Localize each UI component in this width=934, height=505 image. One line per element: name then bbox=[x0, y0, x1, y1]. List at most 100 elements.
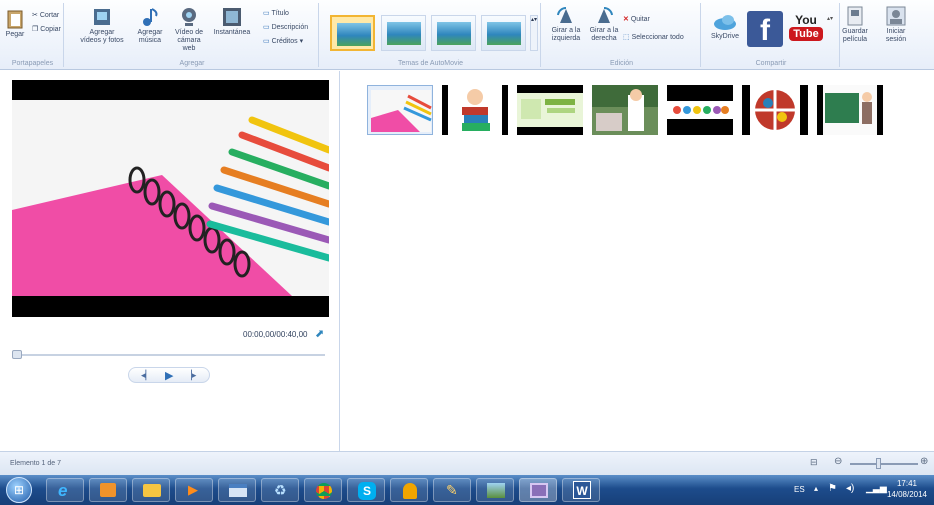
film-photo-icon bbox=[94, 9, 110, 25]
app-icon bbox=[100, 483, 116, 497]
share-scroll[interactable]: ▴▾ bbox=[826, 15, 834, 51]
skype-taskbar-button[interactable]: S bbox=[347, 478, 385, 502]
copy-label: Copiar bbox=[40, 26, 61, 33]
expand-preview-icon[interactable]: ⬈ bbox=[315, 327, 324, 340]
explorer-taskbar-button[interactable] bbox=[132, 478, 170, 502]
themes-group-label: Temas de AutoMovie bbox=[398, 60, 463, 67]
edit-group-label: Edición bbox=[610, 60, 633, 67]
app3-taskbar-button[interactable]: ♻ bbox=[261, 478, 299, 502]
status-bar: Elemento 1 de 7 ⊟ ⊖ ⊕ bbox=[0, 451, 934, 475]
app2-taskbar-button[interactable] bbox=[218, 478, 256, 502]
clip-flags-globe-image bbox=[742, 85, 808, 135]
taskbar: ⊞ e ▶ ♻ S ✎ W ES ▴ ⚑ ◂) ▁▃▅ 17:41 14/08/… bbox=[0, 475, 934, 505]
zoom-thumb[interactable] bbox=[876, 458, 881, 469]
folder-icon bbox=[143, 484, 161, 497]
caption-button[interactable]: ▭ Descripción bbox=[263, 23, 308, 31]
clock-time: 17:41 bbox=[896, 479, 918, 488]
clip-thumbnail[interactable] bbox=[367, 85, 433, 135]
rotate-right-button[interactable]: Girar a la derecha bbox=[585, 7, 623, 43]
video-preview[interactable] bbox=[12, 80, 329, 317]
theme-2-preview bbox=[387, 22, 421, 45]
theme-1[interactable] bbox=[330, 15, 375, 51]
user-signin-icon bbox=[886, 6, 906, 26]
add-music-button[interactable]: Agregar música bbox=[132, 7, 168, 45]
clip-thumbnail[interactable] bbox=[667, 85, 733, 135]
status-text: Elemento 1 de 7 bbox=[10, 460, 61, 467]
app4-taskbar-button[interactable] bbox=[390, 478, 428, 502]
snapshot-button[interactable]: Instantánea bbox=[212, 7, 252, 37]
windows-logo-icon: ⊞ bbox=[14, 483, 25, 497]
signin-button[interactable]: Iniciar sesión bbox=[877, 6, 915, 44]
add-group-label: Agregar bbox=[179, 60, 205, 67]
youtube-button[interactable]: You Tube bbox=[789, 11, 823, 47]
rotate-left-button[interactable]: Girar a la izquierda bbox=[547, 7, 585, 43]
start-button[interactable]: ⊞ bbox=[6, 477, 32, 503]
theme-2[interactable] bbox=[381, 15, 426, 51]
add-videos-photos-button[interactable]: Agregar vídeos y fotos bbox=[80, 7, 124, 45]
skydrive-button[interactable]: SkyDrive bbox=[705, 13, 745, 41]
title-button[interactable]: ▭ Título bbox=[263, 9, 289, 17]
zoom-slider[interactable] bbox=[850, 463, 918, 465]
previous-frame-icon[interactable]: ◂▏ bbox=[141, 370, 152, 381]
recycle-icon: ♻ bbox=[274, 482, 287, 498]
clip-thumbnail[interactable] bbox=[742, 85, 808, 135]
media-player-taskbar-button[interactable]: ▶ bbox=[175, 478, 213, 502]
remove-button[interactable]: ✕ Quitar bbox=[623, 15, 650, 23]
ie-taskbar-button[interactable]: e bbox=[46, 478, 84, 502]
seek-bar[interactable] bbox=[12, 354, 325, 356]
themes-group: ▴▾ Temas de AutoMovie bbox=[321, 3, 541, 67]
theme-1-preview bbox=[337, 23, 371, 46]
volume-icon[interactable]: ◂) bbox=[846, 483, 854, 494]
aspect-ratio-icon[interactable]: ⊟ bbox=[810, 457, 818, 468]
tray-arrow-icon[interactable]: ▴ bbox=[814, 484, 818, 493]
clip-thumbnail[interactable] bbox=[442, 85, 508, 135]
paste-button[interactable]: Pegar bbox=[4, 9, 26, 39]
network-icon[interactable]: ⚑ bbox=[828, 483, 837, 494]
clip-books-image bbox=[442, 85, 508, 135]
add-music-label: Agregar música bbox=[137, 29, 163, 44]
clip-teacher-class-image bbox=[592, 85, 658, 135]
copy-button[interactable]: ❐ Copiar bbox=[32, 25, 61, 33]
internet-explorer-icon: e bbox=[58, 481, 68, 500]
preview-image bbox=[12, 80, 329, 317]
word-taskbar-button[interactable]: W bbox=[562, 478, 600, 502]
clipboard-group: Pegar ✂ Cortar ❐ Copiar Portapapeles bbox=[2, 3, 64, 67]
facebook-button[interactable]: f bbox=[747, 11, 783, 47]
app-taskbar-button[interactable] bbox=[89, 478, 127, 502]
caption-label: Descripción bbox=[271, 24, 309, 31]
skype-icon: S bbox=[358, 482, 376, 500]
paste-icon bbox=[7, 10, 23, 29]
theme-4[interactable] bbox=[481, 15, 526, 51]
save-movie-label: Guardar película bbox=[842, 28, 868, 43]
movie-maker-taskbar-button[interactable] bbox=[519, 478, 557, 502]
app5-taskbar-button[interactable]: ✎ bbox=[433, 478, 471, 502]
next-frame-icon[interactable]: ▕▸ bbox=[185, 370, 196, 381]
zoom-in-icon[interactable]: ⊕ bbox=[920, 456, 928, 467]
app6-taskbar-button[interactable] bbox=[476, 478, 514, 502]
seek-thumb[interactable] bbox=[12, 350, 22, 359]
remove-x-icon: ✕ bbox=[623, 16, 631, 23]
credits-button[interactable]: ▭ Créditos ▾ bbox=[263, 37, 303, 45]
share-group-label: Compartir bbox=[755, 60, 787, 67]
preview-pane: 00:00,00/00:40,00 ⬈ ◂▏ ▶ ▕▸ bbox=[0, 71, 340, 451]
clip-thumbnail[interactable] bbox=[817, 85, 883, 135]
title-label: Título bbox=[271, 10, 289, 17]
select-all-button[interactable]: ⬚ Seleccionar todo bbox=[623, 33, 684, 41]
paint-icon: ✎ bbox=[446, 482, 458, 498]
language-indicator[interactable]: ES bbox=[794, 485, 805, 494]
theme-3[interactable] bbox=[431, 15, 476, 51]
cut-button[interactable]: ✂ Cortar bbox=[32, 11, 59, 19]
themes-scroll[interactable]: ▴▾ bbox=[530, 15, 538, 51]
clip-thumbnail[interactable] bbox=[517, 85, 583, 135]
clip-thumbnail[interactable] bbox=[592, 85, 658, 135]
clipboard-group-label: Portapapeles bbox=[11, 60, 54, 67]
zoom-out-icon[interactable]: ⊖ bbox=[834, 456, 842, 467]
snapshot-icon bbox=[223, 8, 241, 26]
theme-3-preview bbox=[437, 22, 471, 45]
chrome-taskbar-button[interactable] bbox=[304, 478, 342, 502]
save-movie-button[interactable]: Guardar película bbox=[840, 6, 870, 44]
window-icon bbox=[229, 484, 247, 497]
play-icon[interactable]: ▶ bbox=[165, 369, 173, 382]
webcam-button[interactable]: Vídeo de cámara web bbox=[170, 7, 208, 53]
clock[interactable]: 17:41 14/08/2014 bbox=[884, 478, 930, 500]
